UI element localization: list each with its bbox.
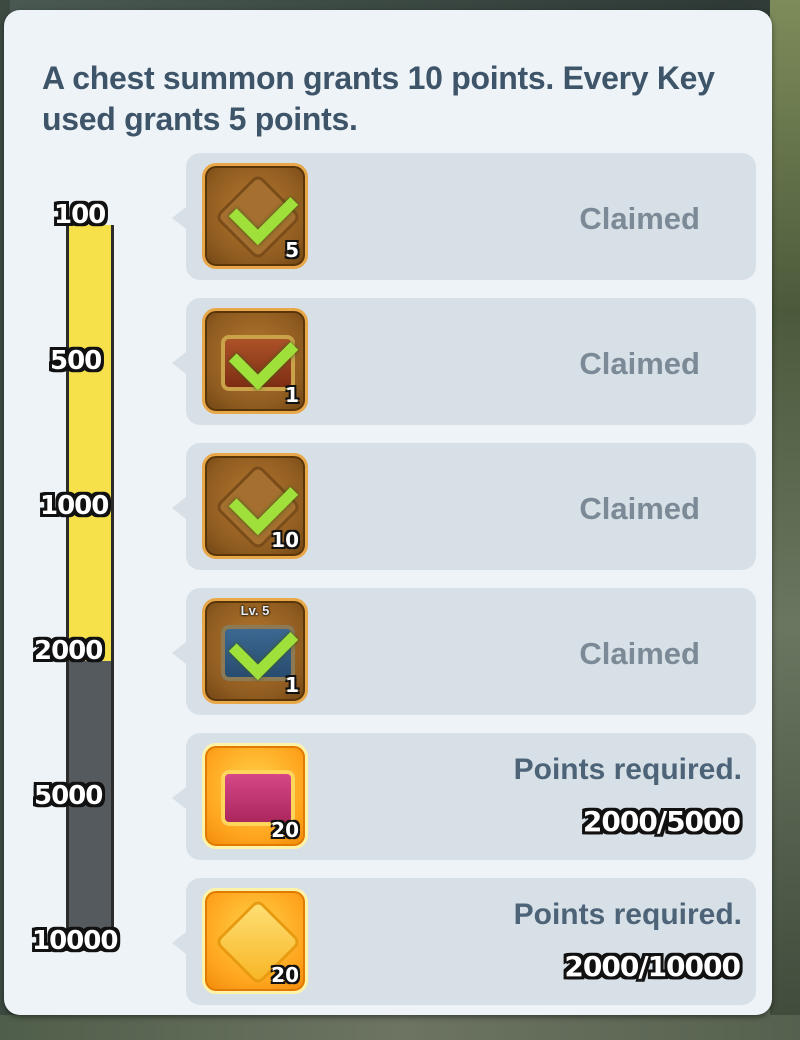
row-pointer [172,642,186,664]
reward-row: Lv. 5 1 Claimed [172,588,756,715]
reward-row: 10 Claimed [172,443,756,570]
reward-row: 20 Points required. 2000/10000 [172,878,756,1005]
reward-count: 1 [285,383,299,407]
points-required-label: Points required. [513,753,742,786]
reward-count: 20 [271,818,299,842]
reward-row: 5 Claimed [172,153,756,280]
reward-count: 5 [285,238,299,262]
panel-pointer [64,10,88,22]
reward-slot[interactable]: 20 [202,743,308,849]
reward-slot[interactable]: 1 [202,308,308,414]
milestone-label: 10000 [32,926,118,956]
reward-slot[interactable]: 20 [202,888,308,994]
reward-slot[interactable]: Lv. 5 1 [202,598,308,704]
reward-slot[interactable]: 10 [202,453,308,559]
reward-row: 20 Points required. 2000/5000 [172,733,756,860]
points-rules-text: A chest summon grants 10 points. Every K… [42,60,715,137]
row-pointer [172,932,186,954]
points-progress: 2000/5000 [582,805,741,838]
row-pointer [172,787,186,809]
points-required-label: Points required. [513,898,742,931]
reward-status: Claimed [579,491,700,526]
chest-level-label: Lv. 5 [240,603,270,618]
background-bottom [0,1015,800,1040]
row-pointer [172,207,186,229]
reward-row: 1 Claimed [172,298,756,425]
points-progress: 2000/10000 [564,950,741,983]
reward-status: Claimed [579,636,700,671]
background-right [770,0,800,1040]
reward-count: 20 [271,963,299,987]
reward-slot[interactable]: 5 [202,163,308,269]
reward-status: Claimed [579,201,700,236]
milestone-label: 100 [54,200,106,230]
row-pointer [172,352,186,374]
row-pointer [172,497,186,519]
milestone-label: 2000 [34,636,103,666]
reward-count: 1 [285,673,299,697]
milestone-label: 1000 [40,491,109,521]
reward-count: 10 [271,528,299,552]
progress-track-filled [66,225,114,661]
reward-status: Claimed [579,346,700,381]
milestone-label: 500 [50,346,102,376]
milestone-label: 5000 [34,781,103,811]
points-reward-panel: A chest summon grants 10 points. Every K… [4,10,772,1015]
